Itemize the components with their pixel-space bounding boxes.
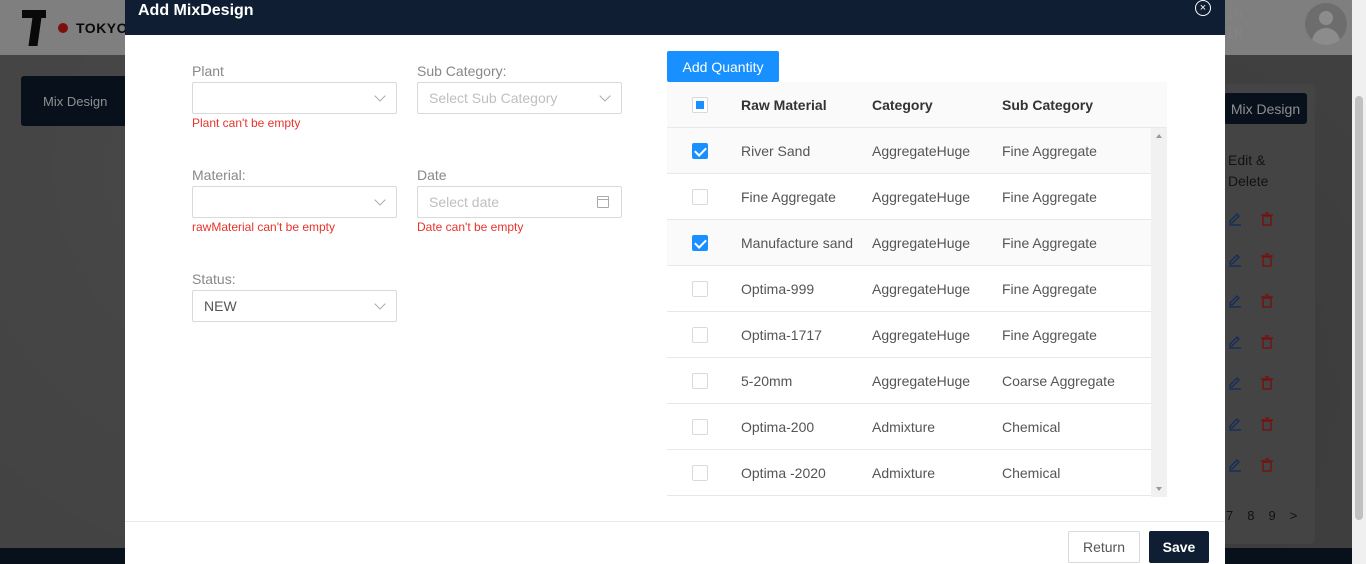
table-scrollbar[interactable] (1151, 128, 1167, 497)
chevron-down-icon (374, 90, 386, 102)
cell-category: AggregateHuge (872, 373, 971, 389)
plant-error: Plant can't be empty (192, 116, 301, 130)
material-select[interactable] (192, 186, 397, 218)
table-header: Raw Material Category Sub Category (667, 82, 1167, 128)
modal-title: Add MixDesign (138, 1, 254, 19)
select-all-checkbox[interactable] (692, 97, 708, 113)
return-button[interactable]: Return (1068, 531, 1140, 563)
add-mixdesign-modal: Add MixDesign × Plant Plant can't be emp… (125, 0, 1225, 564)
table-row[interactable]: Manufacture sand AggregateHuge Fine Aggreg… (667, 220, 1151, 266)
column-category[interactable]: Category (872, 97, 933, 113)
cell-sub-category: Fine Aggregate (1002, 235, 1097, 251)
plant-select[interactable] (192, 82, 397, 114)
cell-category: AggregateHuge (872, 281, 971, 297)
row-checkbox[interactable] (692, 465, 708, 481)
cell-raw-material: River Sand (741, 143, 811, 159)
status-label: Status: (192, 271, 236, 287)
date-error: Date can't be empty (417, 220, 524, 234)
date-placeholder: Select date (429, 194, 500, 210)
table-row[interactable]: Optima-999 AggregateHuge Fine Aggregate (667, 266, 1151, 312)
cell-raw-material: Optima -2020 (741, 465, 826, 481)
cell-category: Admixture (872, 465, 936, 481)
row-checkbox[interactable] (692, 327, 708, 343)
sub-category-placeholder: Select Sub Category (429, 90, 558, 106)
table-row[interactable]: Optima-1717 AggregateHuge Fine Aggregate (667, 312, 1151, 358)
cell-category: AggregateHuge (872, 143, 971, 159)
cell-raw-material: 5-20mm (741, 373, 793, 389)
cell-category: AggregateHuge (872, 327, 971, 343)
column-sub-category[interactable]: Sub Category (1002, 97, 1093, 113)
plant-label: Plant (192, 63, 224, 79)
column-raw-material[interactable]: Raw Material (741, 97, 827, 113)
cell-raw-material: Manufacture sand (741, 235, 854, 251)
page-scrollbar[interactable] (1352, 0, 1366, 564)
modal-header: Add MixDesign × (125, 0, 1225, 35)
cell-raw-material: Fine Aggregate (741, 189, 836, 205)
scroll-up-icon[interactable] (1156, 134, 1162, 138)
table-row[interactable]: Fine Aggregate AggregateHuge Fine Aggregat… (667, 174, 1151, 220)
cell-sub-category: Chemical (1002, 419, 1061, 435)
cell-raw-material: Optima-999 (741, 281, 815, 297)
status-value: NEW (204, 298, 237, 314)
cell-sub-category: Fine Aggregate (1002, 189, 1097, 205)
material-label: Material: (192, 167, 246, 183)
status-select[interactable]: NEW (192, 290, 397, 322)
table-row[interactable]: 5-20mm AggregateHuge Coarse Aggregate (667, 358, 1151, 404)
cell-sub-category: Fine Aggregate (1002, 143, 1097, 159)
cell-sub-category: Fine Aggregate (1002, 327, 1097, 343)
scroll-down-icon[interactable] (1156, 487, 1162, 491)
table-row[interactable]: Optima-200 Admixture Chemical (667, 404, 1151, 450)
add-quantity-button[interactable]: Add Quantity (667, 51, 779, 82)
modal-footer (125, 521, 1225, 564)
table-row[interactable]: Optima -2020 Admixture Chemical (667, 450, 1151, 496)
chevron-down-icon (374, 194, 386, 206)
calendar-icon (597, 196, 609, 208)
cell-raw-material: Optima-1717 (741, 327, 822, 343)
row-checkbox[interactable] (692, 189, 708, 205)
cell-category: Admixture (872, 419, 936, 435)
row-checkbox[interactable] (692, 281, 708, 297)
cell-category: AggregateHuge (872, 235, 971, 251)
cell-raw-material: Optima-200 (741, 419, 815, 435)
cell-category: AggregateHuge (872, 189, 971, 205)
raw-material-table: Raw Material Category Sub Category River… (667, 82, 1167, 497)
chevron-down-icon (374, 298, 386, 310)
material-error: rawMaterial can't be empty (192, 220, 336, 234)
close-icon[interactable]: × (1195, 0, 1211, 16)
cell-sub-category: Coarse Aggregate (1002, 373, 1115, 389)
save-button[interactable]: Save (1149, 531, 1209, 563)
chevron-down-icon (599, 90, 611, 102)
row-checkbox[interactable] (692, 419, 708, 435)
cell-sub-category: Chemical (1002, 465, 1061, 481)
date-picker[interactable]: Select date (417, 186, 622, 218)
row-checkbox[interactable] (692, 235, 708, 251)
date-label: Date (417, 167, 447, 183)
sub-category-label: Sub Category: (417, 63, 507, 79)
row-checkbox[interactable] (692, 143, 708, 159)
table-row[interactable]: River Sand AggregateHuge Fine Aggregate (667, 128, 1151, 174)
row-checkbox[interactable] (692, 373, 708, 389)
sub-category-select[interactable]: Select Sub Category (417, 82, 622, 114)
cell-sub-category: Fine Aggregate (1002, 281, 1097, 297)
